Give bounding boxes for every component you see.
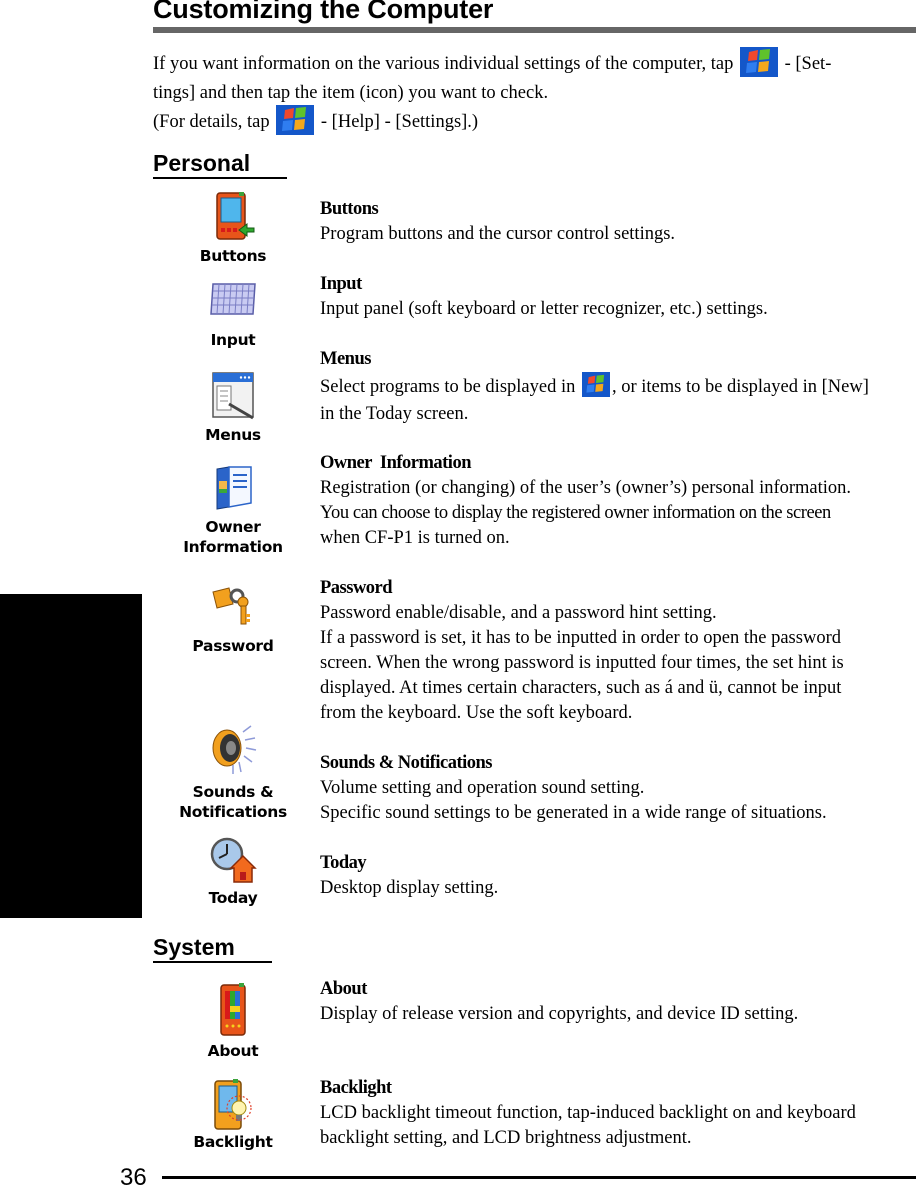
settings-item-sounds-notifications-icon-tile[interactable]: Sounds & Notifications [168, 722, 298, 822]
settings-entry-menus: Menus Select programs to be displayed in… [320, 347, 916, 427]
password-icon [212, 587, 250, 625]
page-title: Customizing the Computer [153, 0, 494, 24]
entry-name: Today [320, 853, 367, 873]
icon-label: Owner Information [168, 517, 298, 557]
entry-name: Menus [320, 349, 371, 369]
settings-item-buttons-icon-tile[interactable]: Buttons [168, 190, 298, 266]
title-rule [153, 27, 916, 33]
entry-description: in the Today screen. [320, 404, 469, 424]
entry-description: from the keyboard. Use the soft keyboard… [320, 703, 633, 723]
settings-entry-password: Password Password enable/disable, and a … [320, 576, 916, 726]
icon-label-line: Owner [205, 518, 261, 536]
entry-description: when CF-P1 is turned on. [320, 528, 510, 548]
about-icon [220, 983, 246, 1036]
intro-line-2: tings] and then tap the item (icon) you … [153, 83, 549, 103]
entry-description: Registration (or changing) of the user’s… [320, 478, 852, 498]
settings-entry-today: Today Desktop display setting. [320, 851, 916, 901]
entry-description: Specific sound settings to be generated … [320, 803, 827, 823]
intro-line-3: (For details, tap - [Help] - [Settings].… [153, 104, 913, 137]
icon-label-line: Notifications [179, 803, 287, 821]
settings-item-password-icon-tile[interactable]: Password [168, 584, 298, 656]
settings-item-input-icon-tile[interactable]: Input [168, 280, 298, 350]
settings-item-owner-information-icon-tile[interactable]: Owner Information [168, 463, 298, 557]
settings-entry-about: About Display of release version and cop… [320, 977, 916, 1027]
entry-description: Display of release version and copyright… [320, 1004, 799, 1024]
entry-description: LCD backlight timeout function, tap-indu… [320, 1103, 856, 1123]
entry-description: Volume setting and operation sound setti… [320, 778, 645, 798]
settings-entry-input: Input Input panel (soft keyboard or lett… [320, 272, 916, 322]
entry-description: Select programs to be displayed in , or … [320, 372, 916, 402]
intro-text: - [Set- [784, 54, 832, 74]
intro-text: - [Help] - [Settings].) [320, 112, 479, 132]
chapter-side-tab [0, 594, 142, 918]
entry-name: Sounds & Notifications [320, 753, 492, 773]
windows-start-icon [739, 46, 778, 77]
intro-text: If you want information on the various i… [153, 54, 734, 74]
entry-description: screen. When the wrong password is input… [320, 653, 844, 673]
entry-name: About [320, 979, 367, 999]
entry-description: backlight setting, and LCD brightness ad… [320, 1128, 692, 1148]
entry-description: Desktop display setting. [320, 878, 499, 898]
icon-label: Today [208, 889, 258, 907]
icon-label: Password [192, 637, 274, 655]
entry-name: Backlight [320, 1078, 392, 1098]
entry-text: , or items to be displayed in [New] [611, 377, 869, 397]
entry-description: Password enable/disable, and a password … [320, 603, 717, 623]
entry-description: Program buttons and the cursor control s… [320, 224, 676, 244]
menus-icon [212, 372, 254, 420]
entry-name: Input [320, 274, 362, 294]
entry-name: Owner Information [320, 453, 472, 473]
intro-line-1: If you want information on the various i… [153, 46, 913, 79]
intro-paragraph: If you want information on the various i… [153, 46, 913, 137]
section-heading-personal: Personal [153, 150, 287, 179]
section-heading-system: System [153, 934, 272, 963]
icon-label: About [207, 1042, 259, 1060]
footer-rule [162, 1176, 916, 1179]
backlight-icon [214, 1079, 252, 1130]
settings-item-today-icon-tile[interactable]: Today [168, 834, 298, 908]
windows-start-icon [581, 372, 610, 398]
icon-label: Input [210, 331, 256, 349]
page-number: 36 [120, 1164, 147, 1189]
icon-label: Backlight [193, 1133, 273, 1151]
input-icon [210, 283, 256, 315]
icon-label-line: Sounds & [192, 783, 274, 801]
icon-label: Buttons [199, 247, 267, 265]
settings-entry-backlight: Backlight LCD backlight timeout function… [320, 1076, 916, 1151]
today-icon [210, 837, 257, 883]
settings-entry-owner-information: Owner Information Registration (or chang… [320, 451, 916, 551]
intro-text: (For details, tap [153, 112, 270, 132]
settings-item-about-icon-tile[interactable]: About [168, 982, 298, 1061]
entry-text: Select programs to be displayed in [320, 377, 576, 397]
icon-label: Sounds & Notifications [168, 782, 298, 822]
entry-description: Input panel (soft keyboard or letter rec… [320, 299, 768, 319]
icon-label-line: Information [183, 538, 283, 556]
settings-item-menus-icon-tile[interactable]: Menus [168, 370, 298, 445]
settings-item-backlight-icon-tile[interactable]: Backlight [168, 1078, 298, 1152]
entry-name: Password [320, 578, 393, 598]
settings-entry-buttons: Buttons Program buttons and the cursor c… [320, 197, 916, 247]
entry-name: Buttons [320, 199, 379, 219]
entry-description: displayed. At times certain characters, … [320, 678, 842, 698]
entry-description: You can choose to display the registered… [320, 503, 831, 523]
buttons-icon [216, 192, 255, 240]
sounds-notifications-icon [212, 725, 257, 774]
owner-information-icon [216, 466, 252, 510]
icon-label: Menus [205, 426, 261, 444]
windows-start-icon [276, 104, 315, 135]
entry-description: If a password is set, it has to be input… [320, 628, 841, 648]
settings-entry-sounds-notifications: Sounds & Notifications Volume setting an… [320, 751, 916, 826]
